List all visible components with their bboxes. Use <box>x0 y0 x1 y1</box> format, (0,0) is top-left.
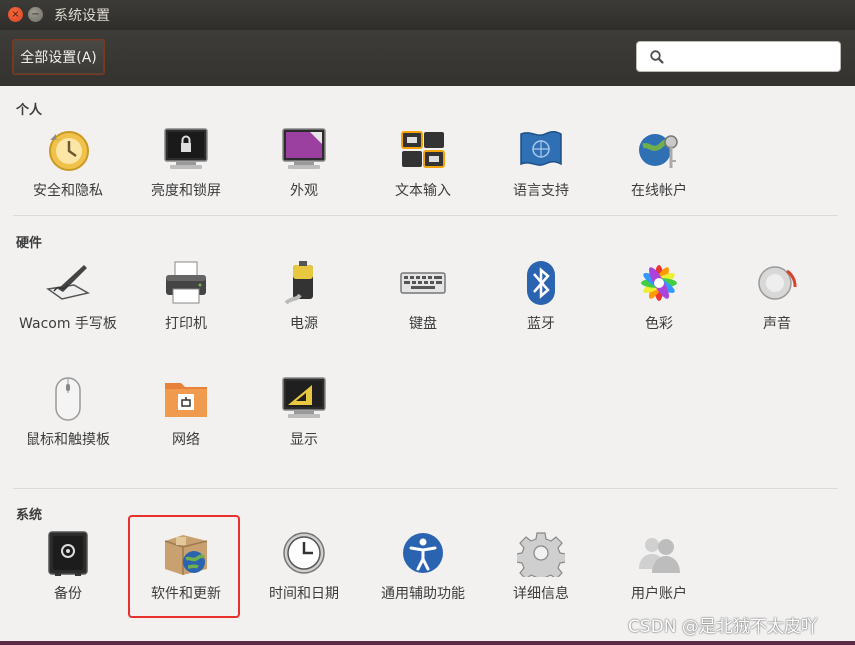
settings-item-power[interactable]: 电源 <box>248 257 360 335</box>
section-divider <box>13 215 838 216</box>
settings-item-label: 色彩 <box>645 316 673 332</box>
settings-item-universal-access[interactable]: 通用辅助功能 <box>367 527 479 605</box>
settings-item-details[interactable]: 详细信息 <box>485 527 597 605</box>
settings-item-brightness-lock[interactable]: 亮度和锁屏 <box>130 124 242 202</box>
section-divider <box>13 488 838 489</box>
settings-item-online-accounts[interactable]: 在线帐户 <box>603 124 715 202</box>
settings-item-security-privacy[interactable]: 安全和隐私 <box>12 124 124 202</box>
window-title: 系统设置 <box>54 8 110 24</box>
display-icon <box>282 377 326 418</box>
settings-item-label: 网络 <box>172 432 200 448</box>
settings-item-sound[interactable]: 声音 <box>721 257 833 335</box>
color-icon <box>641 265 677 301</box>
settings-item-label: 文本输入 <box>395 183 451 199</box>
settings-item-time-date[interactable]: 时间和日期 <box>248 527 360 605</box>
minimize-icon: − <box>31 8 40 20</box>
printer-icon <box>166 261 206 304</box>
search-input[interactable] <box>673 46 837 69</box>
settings-item-printer[interactable]: 打印机 <box>130 257 242 335</box>
settings-item-label: 详细信息 <box>513 586 569 602</box>
settings-item-appearance[interactable]: 外观 <box>248 124 360 202</box>
settings-item-label: 用户账户 <box>631 586 687 602</box>
settings-item-label: 电源 <box>290 316 318 332</box>
bottom-border <box>0 641 855 645</box>
settings-item-label: 打印机 <box>165 316 207 332</box>
section-title-system: 系统 <box>16 508 43 523</box>
brightness-lock-icon <box>164 128 208 169</box>
details-icon <box>517 532 565 577</box>
settings-item-text-entry[interactable]: 文本输入 <box>367 124 479 202</box>
universal-access-icon <box>403 533 443 573</box>
settings-item-wacom-tablet[interactable]: Wacom 手写板 <box>12 257 124 335</box>
settings-item-label: 声音 <box>763 316 791 332</box>
settings-item-label: 时间和日期 <box>269 586 339 602</box>
close-button[interactable]: × <box>8 7 23 22</box>
network-icon <box>165 383 207 417</box>
settings-item-label: 鼠标和触摸板 <box>26 432 110 448</box>
toolbar: 全部设置(A) <box>0 30 855 86</box>
settings-item-color[interactable]: 色彩 <box>603 257 715 335</box>
sound-icon <box>758 266 797 300</box>
settings-item-language-support[interactable]: 语言支持 <box>485 124 597 202</box>
settings-item-backup[interactable]: 备份 <box>12 527 124 605</box>
security-privacy-icon <box>49 131 89 171</box>
minimize-button[interactable]: − <box>28 7 43 22</box>
settings-item-label: 备份 <box>54 586 82 602</box>
section-title-hardware: 硬件 <box>16 236 43 251</box>
settings-item-display[interactable]: 显示 <box>248 373 360 451</box>
settings-item-user-accounts[interactable]: 用户账户 <box>603 527 715 605</box>
section-title-personal: 个人 <box>16 103 43 118</box>
settings-item-network[interactable]: 网络 <box>130 373 242 451</box>
settings-item-label: Wacom 手写板 <box>19 316 117 332</box>
title-bar: × − 系统设置 <box>0 0 855 31</box>
bluetooth-icon <box>527 261 555 305</box>
settings-item-label: 在线帐户 <box>631 183 687 199</box>
mouse-touchpad-icon <box>55 377 81 421</box>
close-icon: × <box>11 8 20 20</box>
language-support-icon <box>520 130 562 166</box>
settings-item-label: 语言支持 <box>513 183 569 199</box>
wacom-tablet-icon <box>46 265 91 300</box>
settings-item-keyboard[interactable]: 键盘 <box>367 257 479 335</box>
search-icon <box>650 50 664 64</box>
power-icon <box>284 261 313 305</box>
watermark-text: CSDN @是北狨不太皮吖 <box>628 617 818 637</box>
online-accounts-icon <box>639 134 678 168</box>
search-box[interactable] <box>636 41 841 72</box>
annotation-highlight-box <box>128 515 240 618</box>
settings-item-label: 通用辅助功能 <box>381 586 465 602</box>
settings-item-label: 亮度和锁屏 <box>151 183 221 199</box>
time-date-icon <box>283 532 325 574</box>
keyboard-icon <box>400 272 446 294</box>
appearance-icon <box>282 128 326 169</box>
all-settings-button[interactable]: 全部设置(A) <box>12 39 105 75</box>
settings-item-label: 键盘 <box>409 316 437 332</box>
settings-item-bluetooth[interactable]: 蓝牙 <box>485 257 597 335</box>
settings-item-label: 显示 <box>290 432 318 448</box>
settings-grid: 个人 安全和隐私 亮度和锁屏 外观 文本输入 语言支持 在线帐户 硬件 Waco… <box>0 86 855 645</box>
settings-item-mouse-touchpad[interactable]: 鼠标和触摸板 <box>12 373 124 451</box>
text-entry-icon <box>401 131 445 168</box>
backup-icon <box>48 531 88 576</box>
settings-item-label: 蓝牙 <box>527 316 555 332</box>
settings-item-label: 外观 <box>290 183 318 199</box>
user-accounts-icon <box>639 538 680 573</box>
settings-item-label: 安全和隐私 <box>33 183 103 199</box>
